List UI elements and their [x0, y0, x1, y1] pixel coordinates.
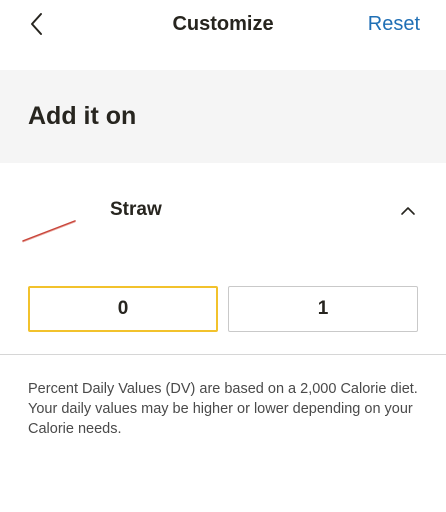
straw-icon	[20, 215, 80, 245]
reset-button[interactable]: Reset	[368, 10, 420, 38]
section-header: Add it on	[0, 70, 446, 163]
back-button[interactable]	[22, 8, 54, 40]
chevron-left-icon	[31, 13, 42, 35]
quantity-option-1[interactable]: 1	[228, 286, 418, 332]
item-row-straw[interactable]: Straw	[0, 163, 446, 269]
daily-values-disclaimer: Percent Daily Values (DV) are based on a…	[28, 381, 418, 437]
header-bar: Customize Reset	[0, 0, 446, 70]
chevron-up-icon	[401, 207, 415, 215]
quantity-option-label: 0	[117, 298, 129, 319]
customize-screen: Customize Reset Add it on Straw 0 1 Perc…	[0, 0, 446, 512]
quantity-option-label: 1	[317, 298, 329, 319]
section-title: Add it on	[28, 102, 137, 130]
quantity-option-0[interactable]: 0	[28, 286, 218, 332]
collapse-toggle[interactable]	[398, 201, 418, 221]
divider	[0, 354, 446, 355]
item-name: Straw	[110, 199, 162, 220]
